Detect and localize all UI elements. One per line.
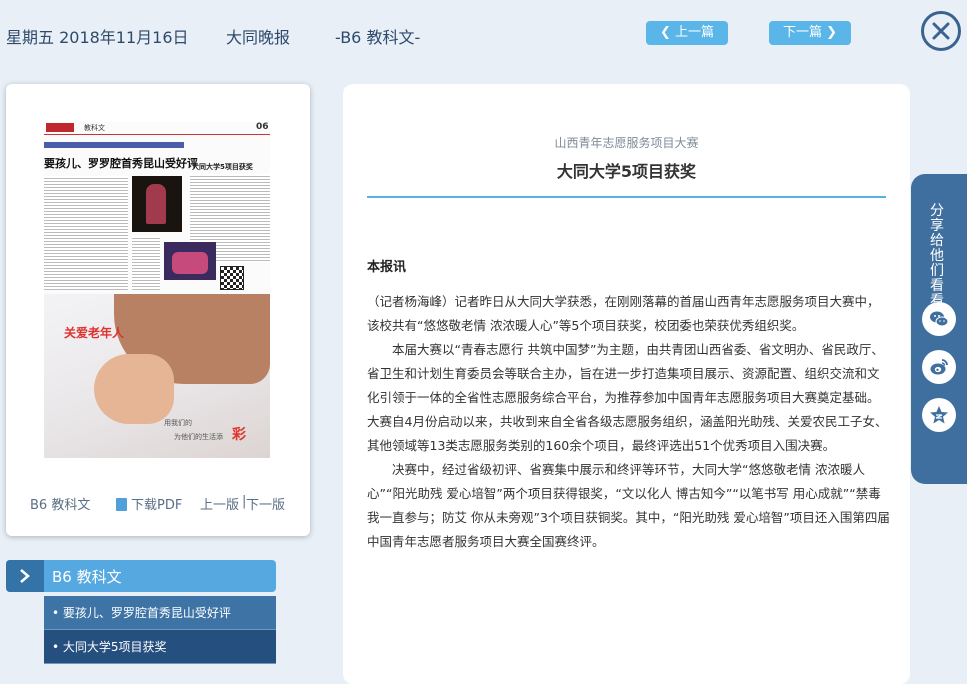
weibo-icon: [930, 359, 948, 375]
thumb-photo: [164, 242, 216, 280]
ad-title: 关爱老年人: [64, 326, 125, 340]
newspaper-logo: [46, 123, 74, 132]
close-button[interactable]: [921, 11, 961, 51]
article-lead: 本报讯: [367, 260, 407, 275]
share-sidebar: 分享给他们看看: [911, 174, 967, 484]
prev-article-button[interactable]: ❮ 上一篇: [646, 21, 728, 45]
page-section: -B6 教科文-: [335, 28, 421, 47]
prev-article-label: 上一篇: [675, 25, 715, 40]
section-header[interactable]: B6 教科文: [6, 560, 276, 592]
qzone-icon: [930, 406, 948, 424]
qr-code-icon: [220, 266, 244, 290]
thumb-text-column: [44, 176, 128, 290]
ad-subtitle: 彩: [232, 427, 246, 443]
share-wechat-button[interactable]: [922, 302, 956, 336]
prev-page-link[interactable]: 上一版: [200, 494, 239, 513]
wechat-icon: [930, 311, 949, 327]
thumb-text-column: [132, 236, 160, 290]
thumb-photo: [132, 176, 182, 232]
section-article-list: • 要孩儿、罗罗腔首秀昆山受好评 • 大同大学5项目获奖: [44, 596, 276, 664]
list-item[interactable]: • 要孩儿、罗罗腔首秀昆山受好评: [44, 596, 276, 630]
pdf-icon: [116, 498, 127, 511]
article-paragraph: （记者杨海峰）记者昨日从大同大学获悉，在刚刚落幕的首届山西青年志愿服务项目大赛中…: [367, 294, 880, 333]
next-article-button[interactable]: 下一篇 ❯: [769, 21, 851, 45]
article-paragraph: 决赛中，经过省级初评、省赛集中展示和终评等环节，大同大学“悠悠敬老情 浓浓暖人心…: [367, 462, 890, 549]
paper-name: 大同晚报: [226, 28, 291, 47]
download-pdf-link[interactable]: 下载PDF: [116, 494, 182, 513]
section-title: B6 教科文: [52, 568, 122, 586]
download-pdf-label: 下载PDF: [131, 498, 183, 513]
page-thumbnail[interactable]: 教科文 06 要孩儿、罗罗腔首秀昆山受好评 大同大学5项目获奖 关爱老年人 用我…: [44, 122, 270, 458]
close-icon: [932, 22, 950, 40]
chevron-right-icon: [20, 569, 30, 583]
section-toggle[interactable]: [6, 560, 44, 592]
next-page-link[interactable]: 下一版: [246, 494, 285, 513]
share-qzone-button[interactable]: [922, 398, 956, 432]
ad-hand-image: [94, 354, 174, 424]
article-panel: 山西青年志愿服务项目大赛 大同大学5项目获奖 本报讯 （记者杨海峰）记者昨日从大…: [343, 84, 910, 684]
issue-date: 星期五 2018年11月16日: [6, 28, 189, 47]
title-divider: [367, 196, 886, 198]
thumb-headline: 要孩儿、罗罗腔首秀昆山受好评: [44, 157, 198, 170]
thumb-section: 教科文: [84, 124, 105, 132]
page-card: 教科文 06 要孩儿、罗罗腔首秀昆山受好评 大同大学5项目获奖 关爱老年人 用我…: [6, 84, 310, 536]
ad-subtitle: 用我们的: [164, 419, 192, 427]
share-label: 分享给他们看看: [930, 203, 944, 309]
thumb-side-headline: 大同大学5项目获奖: [192, 163, 253, 171]
article-body: （记者杨海峰）记者昨日从大同大学获悉，在刚刚落幕的首届山西青年志愿服务项目大赛中…: [367, 290, 890, 554]
card-page-label: B6 教科文: [30, 498, 91, 513]
top-bar: 星期五 2018年11月16日 大同晚报 -B6 教科文- ❮ 上一篇 下一篇 …: [0, 0, 967, 70]
list-item[interactable]: • 大同大学5项目获奖: [44, 630, 276, 664]
thumb-ad: 关爱老年人 用我们的 为他们的生活添 彩: [44, 294, 270, 458]
ad-subtitle: 为他们的生活添: [174, 433, 223, 441]
next-article-label: 下一篇: [782, 25, 822, 40]
thumb-banner: [44, 142, 184, 148]
chevron-right-icon: ❯: [826, 25, 838, 40]
thumb-masthead: [44, 122, 270, 135]
article-title: 大同大学5项目获奖: [556, 162, 697, 181]
share-weibo-button[interactable]: [922, 350, 956, 384]
thumb-page-number: 06: [256, 122, 269, 132]
article-kicker: 山西青年志愿服务项目大赛: [554, 136, 699, 150]
article-paragraph: 本届大赛以“青春志愿行 共筑中国梦”为主题，由共青团山西省委、省文明办、省民政厅…: [367, 342, 888, 453]
chevron-left-icon: ❮: [659, 25, 671, 40]
